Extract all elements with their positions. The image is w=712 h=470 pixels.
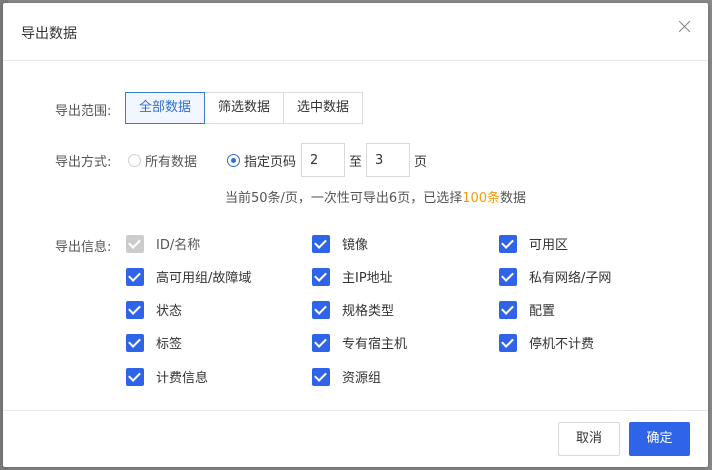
field-label: 可用区	[529, 238, 569, 253]
scope-option-selected[interactable]: 选中数据	[283, 92, 364, 124]
checkbox-checked-icon	[126, 267, 144, 286]
dialog-footer: 取消 确定	[3, 410, 708, 468]
page-range-separator: 至	[349, 155, 363, 170]
checkbox-checked-icon	[312, 300, 330, 319]
field-checkbox-resource-group[interactable]: 资源组	[312, 367, 381, 386]
export-dialog: 导出数据 导出范围: 全部数据 筛选数据 选中数据 导出方式: 所有数据 指定页…	[3, 3, 708, 467]
page-to-input[interactable]	[366, 143, 410, 177]
dialog-header: 导出数据	[3, 3, 708, 61]
field-label: 停机不计费	[529, 337, 595, 352]
page-suffix: 页	[414, 155, 428, 170]
checkbox-checked-icon	[126, 234, 144, 253]
checkbox-checked-icon	[499, 267, 517, 286]
field-checkbox-ha-group[interactable]: 高可用组/故障域	[126, 267, 251, 286]
field-checkbox-config[interactable]: 配置	[499, 300, 555, 319]
close-icon[interactable]	[676, 18, 694, 36]
field-label: 专有宿主机	[342, 337, 408, 352]
fields-label: 导出信息:	[55, 240, 112, 255]
dialog-title: 导出数据	[21, 26, 77, 42]
checkbox-checked-icon	[499, 300, 517, 319]
export-summary: 当前50条/页，一次性可导出6页，已选择100条数据	[225, 187, 526, 206]
scope-option-filtered[interactable]: 筛选数据	[204, 92, 285, 124]
scope-option-all[interactable]: 全部数据	[125, 92, 206, 124]
field-label: 私有网络/子网	[529, 271, 612, 286]
checkbox-checked-icon	[499, 234, 517, 253]
field-checkbox-status[interactable]: 状态	[126, 300, 182, 319]
field-label: 计费信息	[156, 371, 209, 386]
page-from-input[interactable]	[301, 143, 345, 177]
export-summary-count: 100条	[462, 191, 501, 206]
checkbox-checked-icon	[126, 333, 144, 352]
checkbox-checked-icon	[312, 333, 330, 352]
method-label: 导出方式:	[55, 155, 112, 170]
field-checkbox-image[interactable]: 镜像	[312, 234, 368, 253]
checkbox-checked-icon	[126, 367, 144, 386]
radio-unchecked-icon	[128, 154, 141, 167]
field-checkbox-dedicated-host[interactable]: 专有宿主机	[312, 333, 407, 352]
checkbox-checked-icon	[312, 267, 330, 286]
field-label: 主IP地址	[342, 271, 393, 286]
field-label: 资源组	[342, 371, 382, 386]
field-checkbox-id-name: ID/名称	[126, 234, 200, 253]
checkbox-checked-icon	[312, 367, 330, 386]
checkbox-checked-icon	[126, 300, 144, 319]
scope-label: 导出范围:	[55, 104, 112, 119]
field-checkbox-primary-ip[interactable]: 主IP地址	[312, 267, 393, 286]
checkbox-checked-icon	[499, 333, 517, 352]
scope-segmented-control: 全部数据 筛选数据 选中数据	[125, 92, 364, 124]
field-label: 高可用组/故障域	[156, 271, 252, 286]
field-checkbox-tags[interactable]: 标签	[126, 333, 182, 352]
field-checkbox-zone[interactable]: 可用区	[499, 234, 568, 253]
field-checkbox-billing[interactable]: 计费信息	[126, 367, 208, 386]
field-label: 规格类型	[342, 304, 395, 319]
field-checkbox-vpc-subnet[interactable]: 私有网络/子网	[499, 267, 611, 286]
field-label: 配置	[529, 304, 556, 319]
method-radio-all-label: 所有数据	[145, 155, 198, 170]
field-checkbox-stop-no-charge[interactable]: 停机不计费	[499, 333, 594, 352]
method-radio-pages[interactable]: 指定页码	[227, 151, 296, 170]
field-label: 标签	[156, 337, 183, 352]
field-label: 状态	[156, 304, 183, 319]
checkbox-checked-icon	[312, 234, 330, 253]
cancel-button[interactable]: 取消	[558, 422, 620, 456]
field-label: 镜像	[342, 238, 369, 253]
field-checkbox-spec-type[interactable]: 规格类型	[312, 300, 394, 319]
method-radio-all[interactable]: 所有数据	[128, 151, 197, 170]
export-summary-suffix: 数据	[500, 191, 527, 206]
confirm-button[interactable]: 确定	[629, 422, 690, 456]
export-summary-prefix: 当前50条/页，一次性可导出6页，已选择	[225, 191, 463, 206]
field-label: ID/名称	[156, 238, 201, 253]
method-radio-pages-label: 指定页码	[244, 155, 297, 170]
radio-checked-icon	[227, 154, 240, 167]
